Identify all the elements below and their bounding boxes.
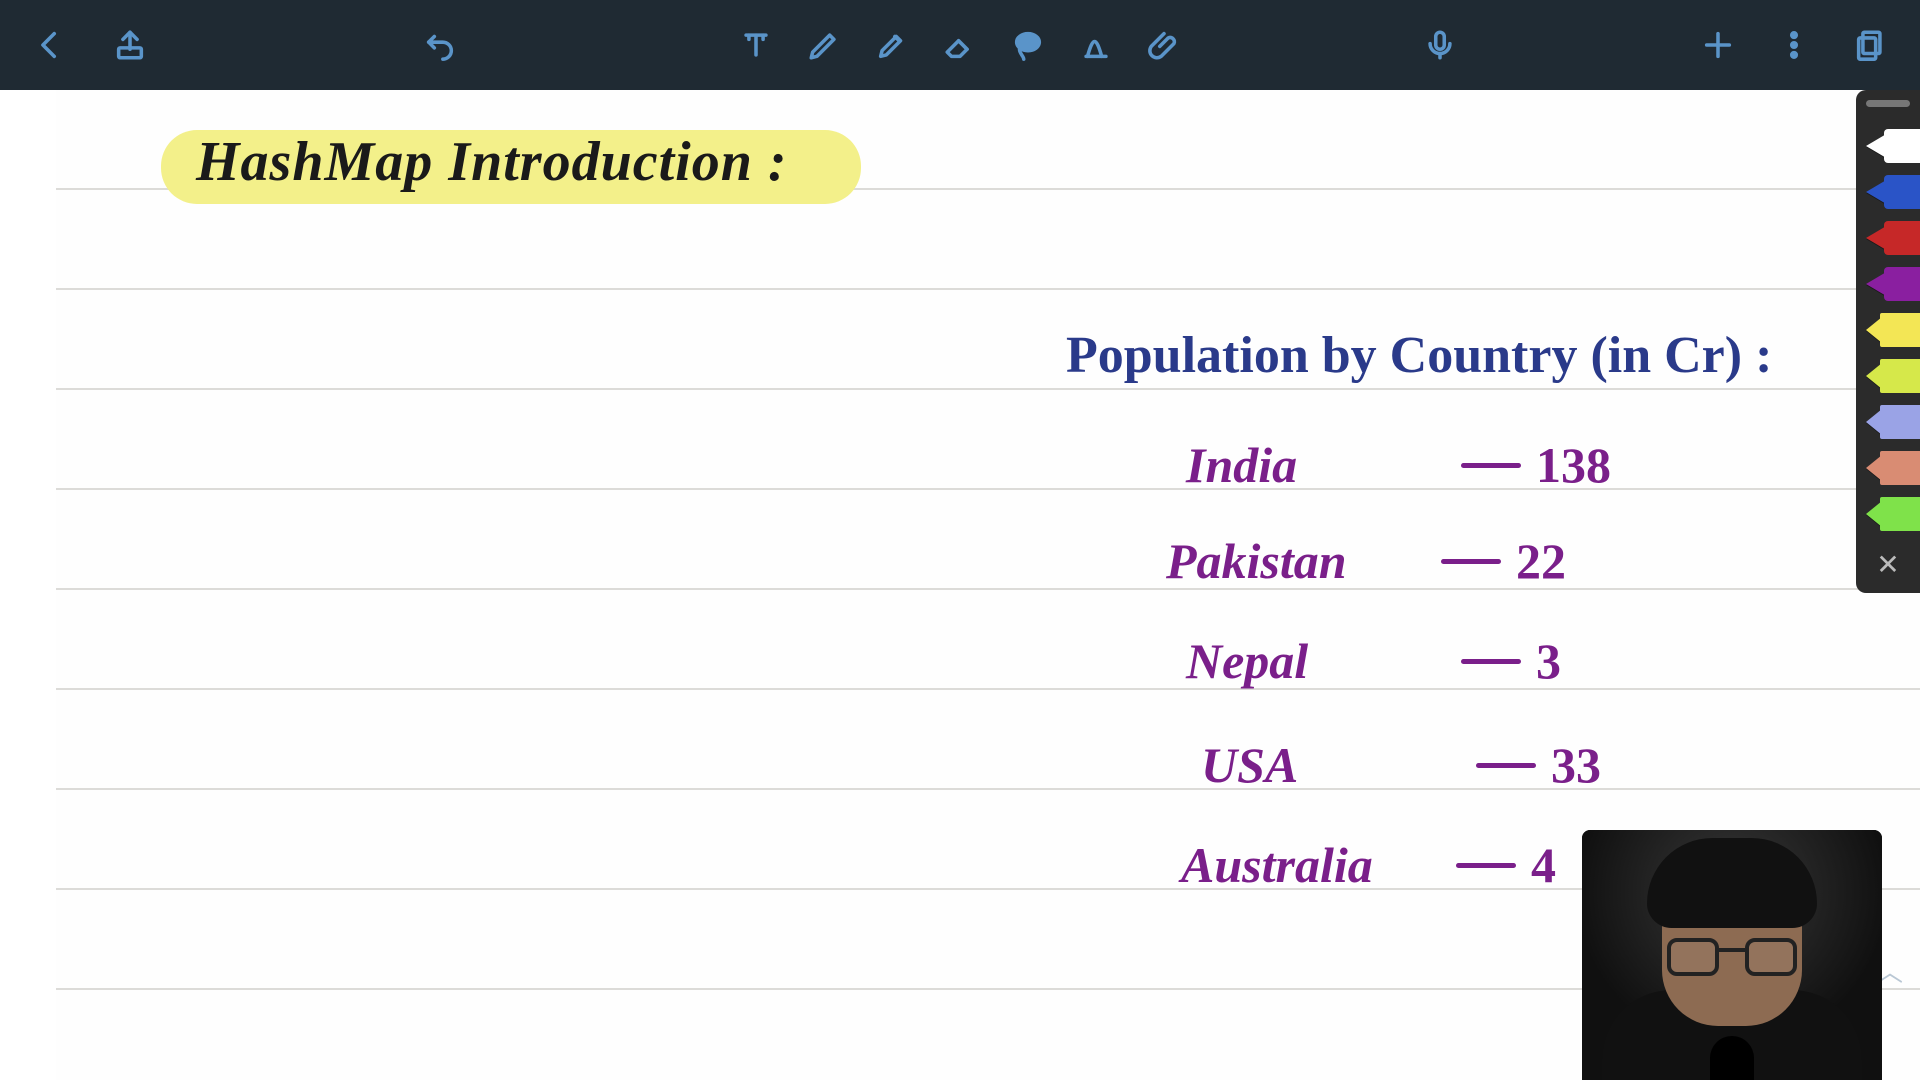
data-row: India 138: [1186, 436, 1611, 494]
microphone-icon[interactable]: [1420, 25, 1460, 65]
section-subtitle: Population by Country (in Cr) :: [1066, 326, 1772, 385]
country-name: Australia: [1181, 836, 1441, 894]
palette-drag-handle[interactable]: [1866, 100, 1910, 107]
country-name: Pakistan: [1166, 532, 1426, 590]
highlighter-pen-icon[interactable]: [1860, 307, 1916, 353]
share-icon[interactable]: [110, 25, 150, 65]
highlighter-pen-icon[interactable]: [1860, 353, 1916, 399]
pen-tool-icon[interactable]: [804, 25, 844, 65]
pen-icon[interactable]: [1860, 215, 1916, 261]
country-value: 4: [1531, 836, 1556, 894]
data-row: Pakistan 22: [1166, 532, 1566, 590]
pen-palette: ✕: [1856, 90, 1920, 593]
eraser-tool-icon[interactable]: [940, 25, 980, 65]
data-row: USA 33: [1201, 736, 1601, 794]
more-menu-icon[interactable]: [1774, 25, 1814, 65]
data-row: Nepal 3: [1186, 632, 1561, 690]
back-icon[interactable]: [30, 25, 70, 65]
canvas-area[interactable]: HashMap Introduction : Population by Cou…: [0, 90, 1920, 1080]
country-name: USA: [1201, 736, 1461, 794]
palette-close-icon[interactable]: ✕: [1876, 551, 1899, 579]
highlighter-tool-icon[interactable]: [872, 25, 912, 65]
dash-icon: [1441, 863, 1531, 868]
attachment-tool-icon[interactable]: [1144, 25, 1184, 65]
country-value: 33: [1551, 736, 1601, 794]
data-row: Australia 4: [1181, 836, 1556, 894]
country-value: 3: [1536, 632, 1561, 690]
dash-icon: [1446, 659, 1536, 664]
pen-icon[interactable]: [1860, 261, 1916, 307]
shape-tool-icon[interactable]: [1076, 25, 1116, 65]
country-name: Nepal: [1186, 632, 1446, 690]
highlighter-pen-icon[interactable]: [1860, 399, 1916, 445]
pages-icon[interactable]: [1850, 25, 1890, 65]
highlighter-pen-icon[interactable]: [1860, 445, 1916, 491]
undo-icon[interactable]: [420, 25, 460, 65]
pen-icon[interactable]: [1860, 169, 1916, 215]
text-tool-icon[interactable]: [736, 25, 776, 65]
dash-icon: [1446, 463, 1536, 468]
lasso-tool-icon[interactable]: [1008, 25, 1048, 65]
country-value: 138: [1536, 436, 1611, 494]
dash-icon: [1426, 559, 1516, 564]
pen-icon[interactable]: [1860, 123, 1916, 169]
presenter-webcam: [1582, 830, 1882, 1080]
dash-icon: [1461, 763, 1551, 768]
country-name: India: [1186, 436, 1446, 494]
top-toolbar: [0, 0, 1920, 90]
highlighter-pen-icon[interactable]: [1860, 491, 1916, 537]
page-title: HashMap Introduction :: [196, 130, 788, 194]
country-value: 22: [1516, 532, 1566, 590]
add-icon[interactable]: [1698, 25, 1738, 65]
